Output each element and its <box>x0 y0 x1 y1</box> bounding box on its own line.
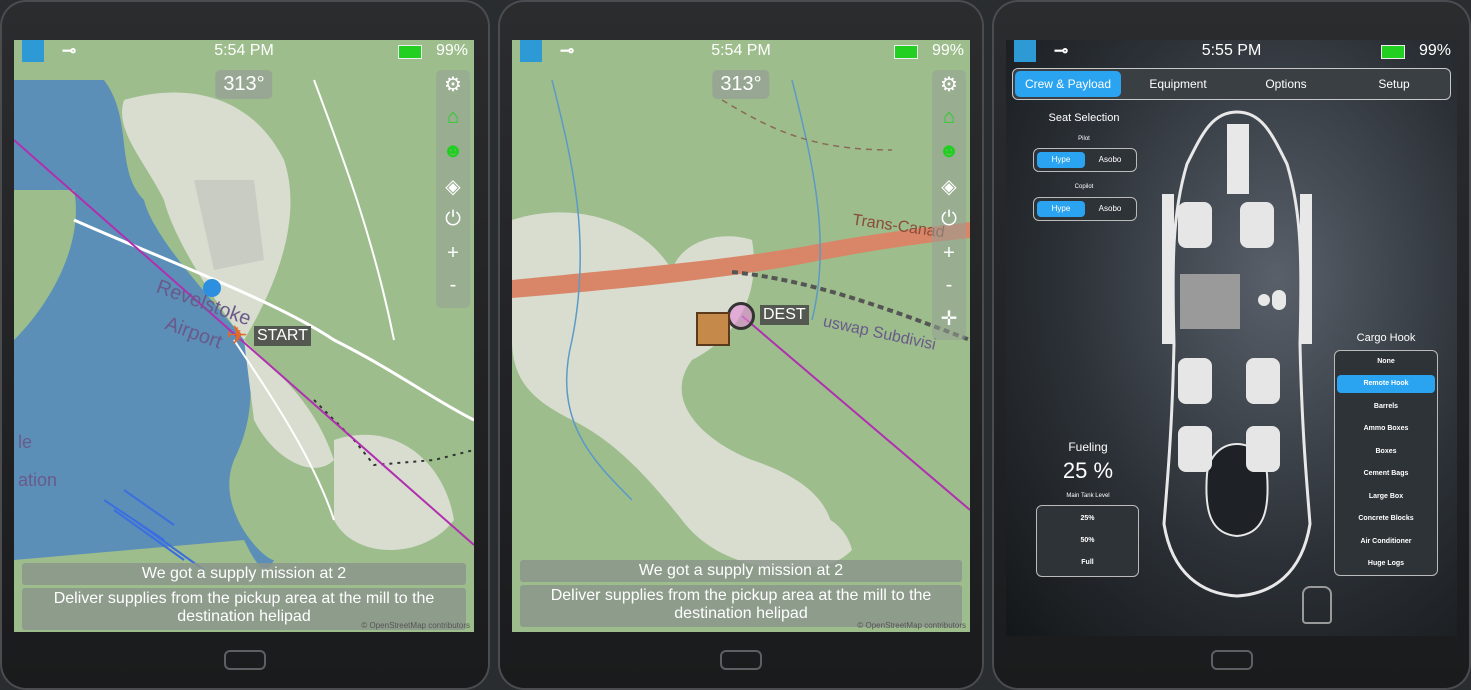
cargo-option[interactable]: Cement Bags <box>1337 465 1435 483</box>
helicopter-topdown <box>1162 110 1312 598</box>
pilot-label: Pilot <box>1078 136 1090 142</box>
gear-icon[interactable]: ⚙ <box>932 72 966 97</box>
pilot-selector: Hype Asobo <box>1033 148 1137 172</box>
copilot-option-asobo[interactable]: Asobo <box>1086 201 1134 217</box>
cargo-option[interactable]: Air Conditioner <box>1337 533 1435 551</box>
fuel-option-25[interactable]: 25% <box>1039 510 1136 528</box>
battery-icon <box>398 45 422 59</box>
map-place-label: ation <box>18 470 58 490</box>
mission-message: We got a supply mission at 2 <box>520 560 962 582</box>
status-bar: ⊸ 5:54 PM 99% <box>14 40 474 64</box>
clock: 5:55 PM <box>1201 42 1262 59</box>
home-button[interactable] <box>720 650 762 670</box>
copilot-option-hype[interactable]: Hype <box>1037 201 1085 217</box>
recenter-icon[interactable]: ✛ <box>932 306 966 331</box>
gear-icon[interactable]: ⚙ <box>436 72 470 97</box>
pilot-option-hype[interactable]: Hype <box>1037 152 1085 168</box>
battery-icon <box>1381 45 1405 59</box>
dest-marker-label: DEST <box>760 305 809 325</box>
payload-screen: ⊸ 5:55 PM 99% Crew & Payload Equipment O… <box>1006 40 1457 636</box>
zoom-out-icon[interactable]: - <box>436 274 470 297</box>
main-tank-label: Main Tank Level <box>1066 493 1110 499</box>
seat-icon[interactable] <box>1178 426 1212 472</box>
cargo-hook-title: Cargo Hook <box>1356 332 1416 344</box>
helicopter-front-icon <box>1302 586 1332 624</box>
home-button[interactable] <box>1210 650 1253 670</box>
clock: 5:54 PM <box>214 42 274 59</box>
map-toolbar: ⚙ ⌂ ☻ ◈ ⏻ + - <box>436 70 470 308</box>
sawmill-icon[interactable] <box>696 312 730 346</box>
tab-options[interactable]: Options <box>1233 69 1339 99</box>
clock: 5:54 PM <box>711 42 771 59</box>
copilot-label: Copilot <box>1074 184 1094 190</box>
zoom-in-icon[interactable]: + <box>932 242 966 265</box>
cargo-option[interactable]: Large Box <box>1337 488 1435 506</box>
battery-percent: 99% <box>435 42 468 59</box>
seat-selection-title: Seat Selection <box>1048 112 1120 124</box>
cargo-option[interactable]: None <box>1337 353 1435 371</box>
map-credit: © OpenStreetMap contributors <box>857 621 966 630</box>
cargo-option[interactable]: Barrels <box>1337 398 1435 416</box>
tab-setup[interactable]: Setup <box>1341 69 1447 99</box>
zoom-out-icon[interactable]: - <box>932 274 966 297</box>
seat-icon[interactable] <box>1240 202 1274 248</box>
fuel-options: 25% 50% Full <box>1036 505 1139 577</box>
map-screen[interactable]: START ✈ Revelstoke Airport le ation ⊸ 5:… <box>14 40 474 632</box>
layers-icon[interactable]: ◈ <box>436 174 470 199</box>
person-icon[interactable]: ☻ <box>436 140 470 163</box>
heading-readout: 313° <box>215 70 273 99</box>
start-marker-label: START <box>254 326 311 346</box>
tablet-map-start: START ✈ Revelstoke Airport le ation ⊸ 5:… <box>0 0 490 690</box>
map-screen[interactable]: DEST Trans-Canad uswap Subdivisi ⊸ 5:54 … <box>512 40 970 632</box>
map-credit: © OpenStreetMap contributors <box>361 621 470 630</box>
seat-icon[interactable] <box>1178 358 1212 404</box>
cargo-option[interactable]: Boxes <box>1337 443 1435 461</box>
seat-icon[interactable] <box>1246 358 1280 404</box>
seat-icon[interactable] <box>1246 426 1280 472</box>
zoom-in-icon[interactable]: + <box>436 242 470 265</box>
cargo-hook-options: None Remote Hook Barrels Ammo Boxes Boxe… <box>1334 350 1438 576</box>
app-icon[interactable] <box>520 40 542 62</box>
tab-bar: Crew & Payload Equipment Options Setup <box>1012 68 1451 100</box>
crosshair-icon[interactable] <box>727 302 755 330</box>
museum-icon[interactable]: ⌂ <box>436 106 470 129</box>
cargo-option-selected[interactable]: Remote Hook <box>1337 375 1435 393</box>
fuel-option-full[interactable]: Full <box>1039 554 1136 572</box>
museum-icon[interactable]: ⌂ <box>932 106 966 129</box>
tablet-crew-payload: ⊸ 5:55 PM 99% Crew & Payload Equipment O… <box>992 0 1471 690</box>
battery-percent: 99% <box>931 42 964 59</box>
status-bar: ⊸ 5:55 PM 99% <box>1006 40 1457 64</box>
power-icon[interactable]: ⏻ <box>932 208 966 231</box>
plug-icon: ⊸ <box>560 41 575 60</box>
seat-icon[interactable] <box>1178 202 1212 248</box>
fueling-title: Fueling <box>1068 440 1108 454</box>
tab-equipment[interactable]: Equipment <box>1125 69 1231 99</box>
copilot-selector: Hype Asobo <box>1033 197 1137 221</box>
heading-readout: 313° <box>712 70 770 99</box>
plug-icon: ⊸ <box>62 41 77 60</box>
fuel-level-value: 25 % <box>1062 458 1114 483</box>
power-icon[interactable]: ⏻ <box>436 208 470 231</box>
map-place-label: le <box>18 432 33 452</box>
app-icon[interactable] <box>1014 40 1036 62</box>
layers-icon[interactable]: ◈ <box>932 174 966 199</box>
cargo-option[interactable]: Ammo Boxes <box>1337 420 1435 438</box>
person-icon[interactable]: ☻ <box>932 140 966 163</box>
battery-percent: 99% <box>1418 42 1451 59</box>
plug-icon: ⊸ <box>1054 41 1069 60</box>
cargo-option[interactable]: Concrete Blocks <box>1337 510 1435 528</box>
fuel-option-50[interactable]: 50% <box>1039 532 1136 550</box>
pilot-option-asobo[interactable]: Asobo <box>1086 152 1134 168</box>
tab-crew-payload[interactable]: Crew & Payload <box>1015 71 1121 97</box>
app-icon[interactable] <box>22 40 44 62</box>
map-toolbar: ⚙ ⌂ ☻ ◈ ⏻ + - ✛ <box>932 70 966 340</box>
home-button[interactable] <box>224 650 266 670</box>
status-bar: ⊸ 5:54 PM 99% <box>512 40 970 64</box>
mission-message: We got a supply mission at 2 <box>22 563 466 585</box>
battery-icon <box>894 45 918 59</box>
cargo-option[interactable]: Huge Logs <box>1337 555 1435 573</box>
tablet-map-dest: DEST Trans-Canad uswap Subdivisi ⊸ 5:54 … <box>498 0 984 690</box>
